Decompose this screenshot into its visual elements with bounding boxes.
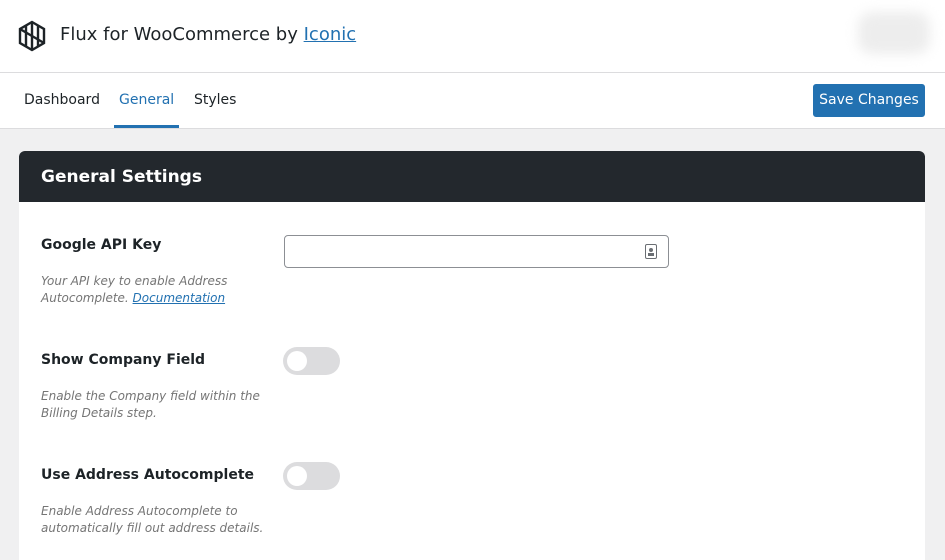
key-icon[interactable]: [645, 244, 657, 259]
show-company-field-toggle[interactable]: [283, 347, 340, 375]
save-changes-button[interactable]: Save Changes: [813, 84, 925, 117]
google-api-key-label: Google API Key: [41, 237, 162, 253]
app-title: Flux for WooCommerce by Iconic: [60, 23, 356, 47]
card-title: General Settings: [41, 167, 202, 187]
google-api-key-input[interactable]: [284, 235, 669, 268]
blurred-avatar: [858, 12, 930, 54]
show-company-field-label: Show Company Field: [41, 352, 206, 368]
tab-dashboard[interactable]: Dashboard: [24, 73, 100, 128]
toggle-knob: [287, 351, 307, 371]
general-settings-card: General Settings Google API Key Your API…: [19, 151, 925, 560]
nav-bar: Dashboard General Styles: [0, 73, 945, 129]
app-title-text: Flux for WooCommerce by: [60, 24, 304, 45]
card-header: General Settings: [19, 151, 925, 202]
use-address-autocomplete-toggle[interactable]: [283, 462, 340, 490]
show-company-field-description: Enable the Company field within the Bill…: [41, 389, 260, 420]
tab-styles[interactable]: Styles: [194, 73, 236, 128]
toggle-knob: [287, 466, 307, 486]
documentation-link[interactable]: Documentation: [133, 291, 226, 305]
google-api-key-description: Your API key to enable Address Autocompl…: [41, 273, 266, 307]
iconic-logo-icon: [18, 20, 46, 52]
top-bar: Flux for WooCommerce by Iconic: [0, 0, 945, 73]
use-address-autocomplete-description: Enable Address Autocomplete to automatic…: [41, 504, 264, 535]
iconic-link[interactable]: Iconic: [304, 24, 357, 45]
use-address-autocomplete-label: Use Address Autocomplete: [41, 467, 255, 483]
tab-general[interactable]: General: [113, 73, 180, 128]
